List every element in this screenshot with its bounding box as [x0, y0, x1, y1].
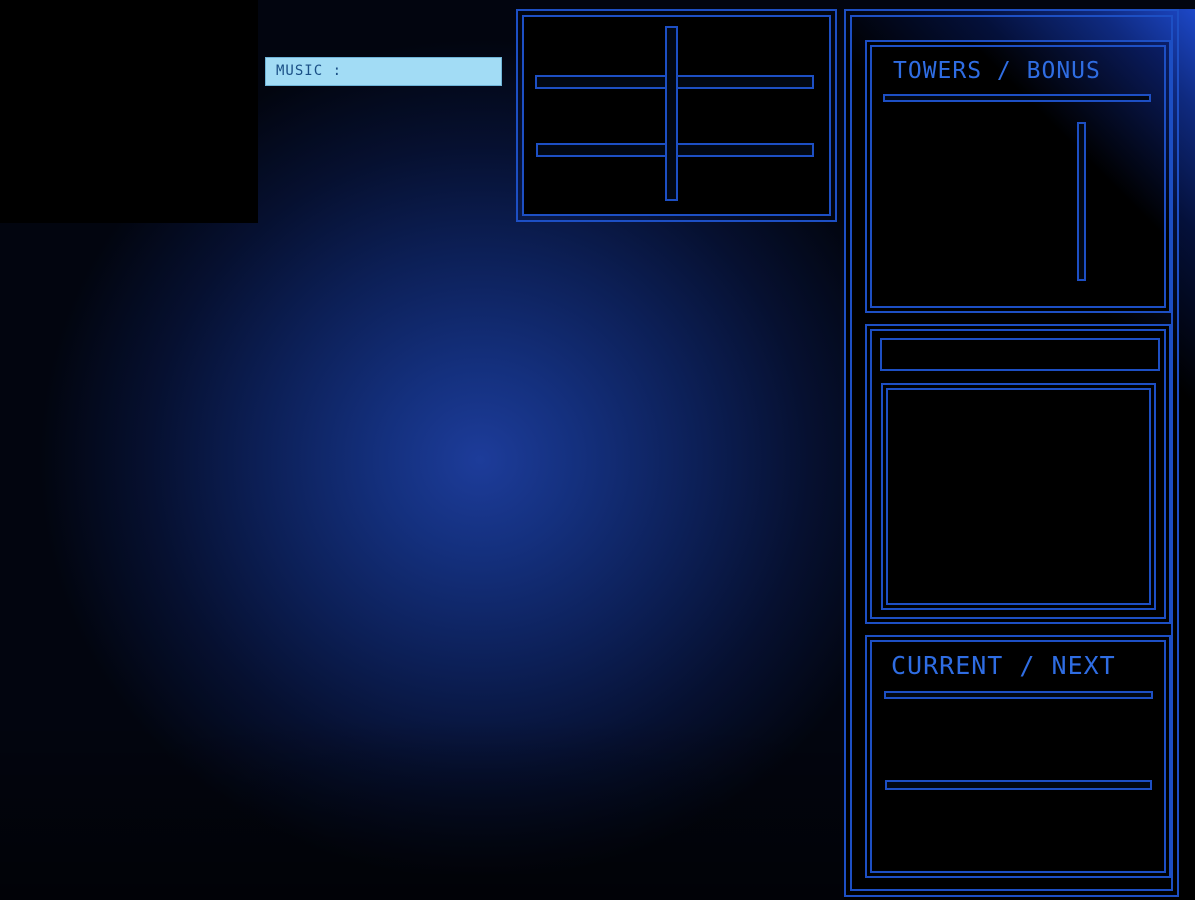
current-next-divider: [885, 780, 1152, 790]
game-screen: MUSIC : TOWERS / BONUS CURRENT / NEXT: [0, 0, 1195, 900]
vertical-slider[interactable]: [665, 26, 678, 201]
towers-scrollbar[interactable]: [1077, 122, 1086, 281]
towers-title-underline: [883, 94, 1151, 102]
current-next-title: CURRENT / NEXT: [891, 651, 1116, 680]
minimap-panel: [0, 0, 258, 223]
current-title-underline: [884, 691, 1153, 699]
music-label: MUSIC :: [276, 63, 343, 79]
towers-bonus-panel-inner: [870, 45, 1166, 308]
info-header-field: [880, 338, 1160, 371]
info-preview-area: [886, 388, 1151, 605]
music-bar[interactable]: MUSIC :: [265, 57, 502, 86]
towers-bonus-title: TOWERS / BONUS: [893, 58, 1101, 84]
